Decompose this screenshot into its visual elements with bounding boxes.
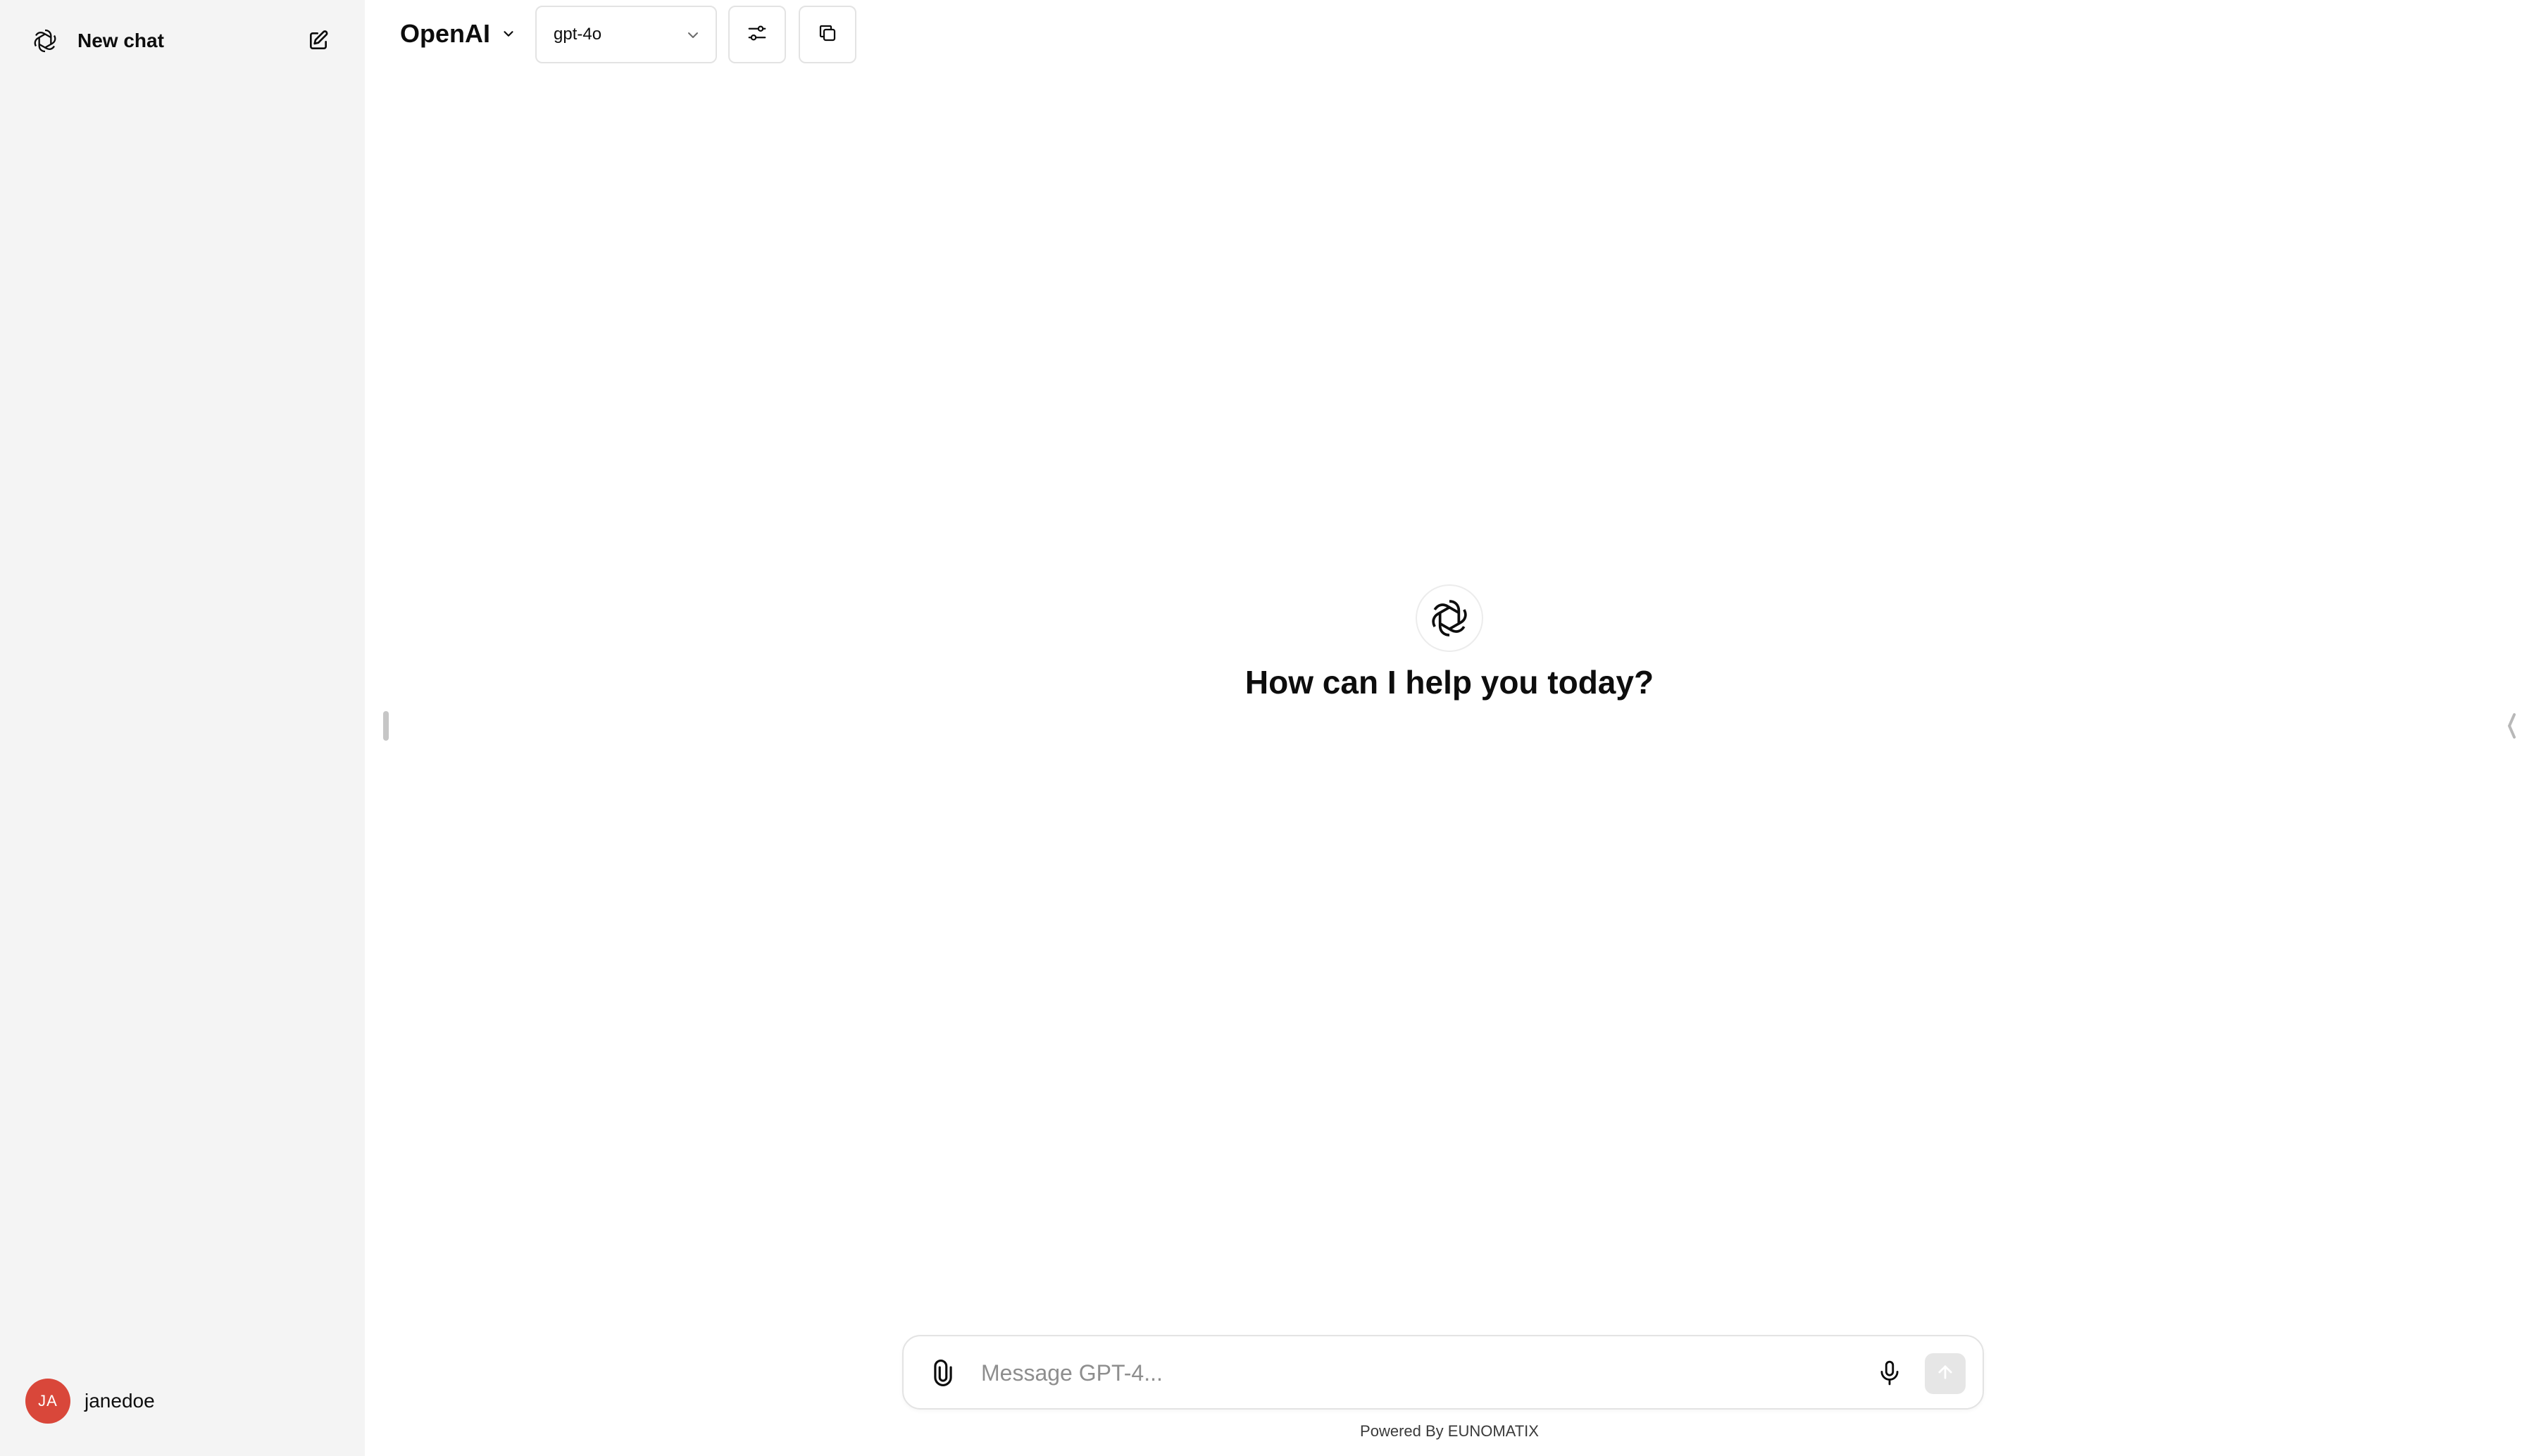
openai-logo-icon — [1416, 584, 1483, 652]
copy-icon — [817, 23, 838, 47]
model-label: gpt-4o — [554, 25, 602, 44]
send-button[interactable] — [1925, 1353, 1966, 1394]
arrow-up-icon — [1935, 1362, 1955, 1386]
endpoint-label: OpenAI — [400, 19, 491, 48]
main-panel: OpenAI gpt-4o How can I help you today? … — [365, 0, 2534, 1456]
model-selector[interactable]: gpt-4o — [535, 6, 717, 63]
footer-prefix: Powered By — [1360, 1422, 1448, 1440]
message-composer — [902, 1335, 1984, 1410]
openai-logo-icon — [31, 27, 59, 55]
landing-greeting: How can I help you today? — [365, 584, 2534, 701]
avatar: JA — [25, 1379, 70, 1424]
chevron-down-icon — [685, 27, 701, 44]
footer: Powered By EUNOMATIX — [365, 1422, 2534, 1441]
username: janedoe — [85, 1390, 155, 1412]
message-input[interactable] — [981, 1353, 1826, 1393]
compose-icon[interactable] — [304, 27, 332, 55]
duplicate-button[interactable] — [799, 6, 856, 63]
parameters-button[interactable] — [728, 6, 786, 63]
microphone-icon[interactable] — [1873, 1355, 1906, 1391]
endpoint-selector[interactable]: OpenAI — [392, 14, 525, 54]
app-window: New chat JA janedoe OpenAI gpt-4o How ca… — [0, 0, 2534, 1456]
right-panel-toggle[interactable] — [2506, 711, 2517, 741]
chevron-down-icon — [500, 25, 517, 42]
sliders-icon — [747, 23, 768, 47]
greeting-heading: How can I help you today? — [1244, 664, 1654, 701]
user-menu-button[interactable]: JA janedoe — [13, 1373, 351, 1429]
new-chat-button[interactable]: New chat — [14, 15, 349, 66]
header: OpenAI gpt-4o — [365, 0, 2534, 68]
footer-brand-link[interactable]: EUNOMATIX — [1448, 1422, 1539, 1440]
sidebar: New chat JA janedoe — [0, 0, 365, 1456]
new-chat-label: New chat — [77, 30, 164, 51]
sidebar-toggle[interactable] — [383, 711, 389, 741]
paperclip-icon[interactable] — [928, 1357, 959, 1388]
